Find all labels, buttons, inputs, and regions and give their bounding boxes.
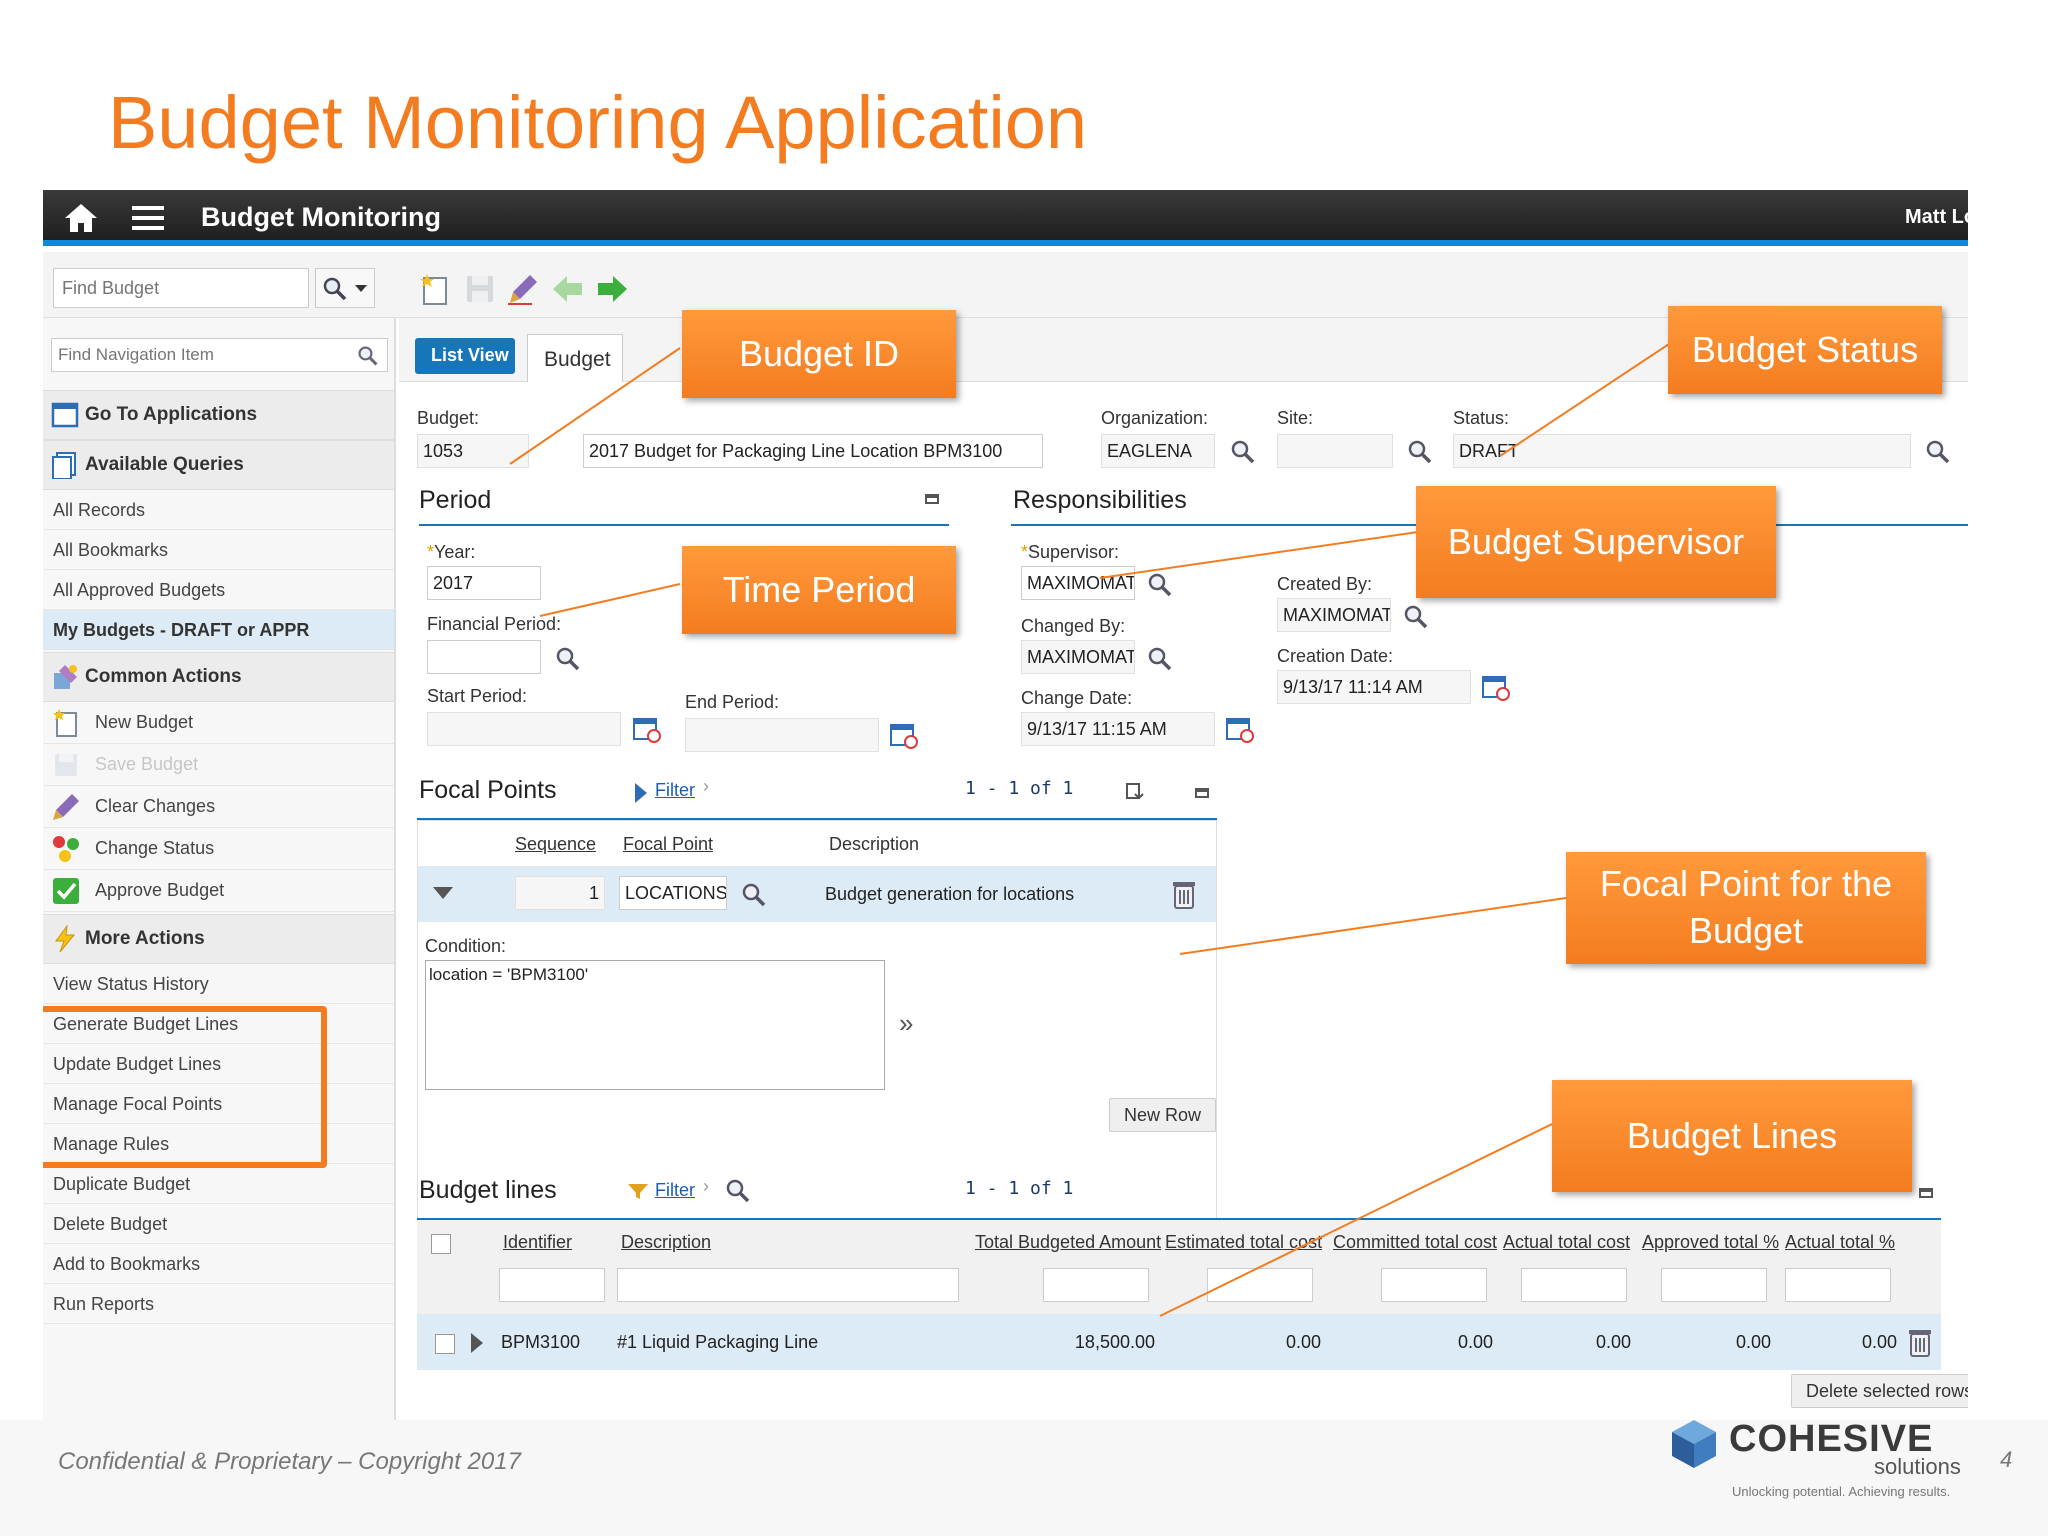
callout-budget-status: Budget Status [1668, 306, 1942, 394]
footer-copyright: Confidential & Proprietary – Copyright 2… [58, 1448, 521, 1475]
page-number: 4 [2000, 1447, 2013, 1472]
callout-budget-lines: Budget Lines [1552, 1080, 1912, 1192]
cohesive-logo-icon [1672, 1420, 1716, 1468]
logo-tagline: Unlocking potential. Achieving results. [1732, 1484, 1951, 1499]
callout-budget-id: Budget ID [682, 310, 956, 398]
callout-time-period: Time Period [682, 546, 956, 634]
callout-budget-supervisor: Budget Supervisor [1416, 486, 1776, 598]
callout-focal-point: Focal Point for the Budget [1566, 852, 1926, 964]
callout-connectors [509, 341, 1673, 1317]
slide: Budget Monitoring Application Budget Mon… [0, 0, 2048, 1536]
logo-sub: solutions [1874, 1454, 1961, 1479]
